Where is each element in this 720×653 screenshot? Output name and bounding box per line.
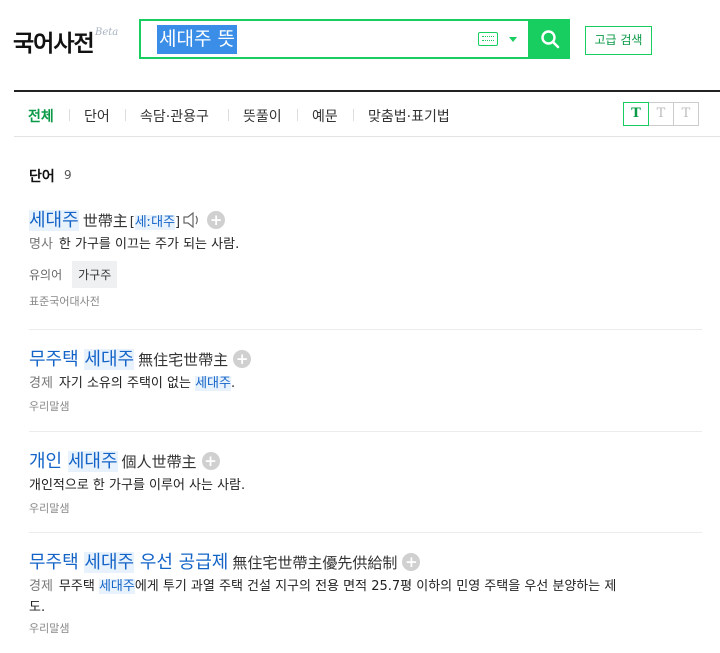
hanja: 無住宅世帶主優先供給制 [232, 554, 398, 572]
section-count: 9 [64, 168, 72, 182]
font-size-large-button[interactable]: T [673, 102, 699, 126]
tab-separator [353, 109, 354, 121]
search-query[interactable]: 세대주 뜻 [157, 25, 237, 54]
search-icon [541, 30, 560, 49]
hanja: 世帶主 [82, 212, 128, 230]
tab-all[interactable]: 전체 [28, 106, 54, 126]
pronunciation: [세ː대주] [129, 215, 181, 230]
beta-badge: Beta [95, 27, 119, 38]
headword-link[interactable]: 무주택 세대주 [29, 349, 135, 370]
entry-divider [29, 431, 702, 432]
search-input[interactable]: 세대주 뜻 [139, 19, 530, 59]
speaker-icon[interactable] [182, 211, 202, 233]
advanced-search-button[interactable]: 고급 검색 [585, 26, 652, 55]
font-size-small-button[interactable]: T [623, 102, 649, 126]
headword-link[interactable]: 개인 세대주 [29, 451, 118, 472]
list-item: 개인 세대주 個人世帶主 + 개인적으로 한 가구를 이루어 사는 사람. 우리말샘 [29, 447, 702, 516]
add-to-wordbook-icon[interactable]: + [402, 553, 421, 571]
header: 국어사전 Beta 세대주 뜻 고급 검색 [0, 0, 720, 92]
section-title: 단어 [29, 169, 55, 185]
source-label: 우리말샘 [29, 622, 70, 635]
search-button[interactable] [530, 19, 570, 59]
logo[interactable]: 국어사전 [13, 24, 95, 58]
entry-divider [29, 329, 702, 330]
definition: 명사 한 가구를 이끄는 주가 되는 사람. [29, 237, 240, 252]
source-label: 우리말샘 [29, 502, 70, 515]
list-item: 무주택 세대주 우선 공급제 無住宅世帶主優先供給制 + 경제 무주택 세대주에게 투… [29, 548, 702, 636]
synonym-link[interactable]: 가구주 [72, 261, 118, 288]
keyboard-icon[interactable] [478, 32, 498, 46]
tab-words[interactable]: 단어 [84, 106, 110, 126]
chevron-down-icon[interactable] [509, 37, 517, 42]
tab-idioms[interactable]: 속담·관용구 [140, 106, 209, 126]
synonym-label: 유의어 [29, 268, 63, 282]
definition: 경제 무주택 세대주에게 투기 과열 주택 건설 지구의 전용 면적 25.7평 … [29, 579, 617, 615]
tab-separator [297, 109, 298, 121]
add-to-wordbook-icon[interactable]: + [233, 350, 252, 368]
list-item: 무주택 세대주 無住宅世帶主 + 경제 자기 소유의 주택이 없는 세대주. 우리말샘 [29, 345, 702, 414]
tab-spelling[interactable]: 맞춤법·표기법 [368, 106, 450, 126]
list-item: 세대주 世帶主 [세ː대주] + 명사 한 가구를 이끄는 주가 되는 사람. 유의어 가… [29, 206, 702, 309]
add-to-wordbook-icon[interactable]: + [207, 211, 226, 229]
hanja: 無住宅世帶主 [138, 351, 229, 369]
headword-link[interactable]: 세대주 [29, 210, 79, 231]
definition: 경제 자기 소유의 주택이 없는 세대주. [29, 376, 236, 391]
synonym-row: 유의어 가구주 [29, 261, 702, 288]
tab-separator [125, 109, 126, 121]
entry-divider [29, 532, 702, 533]
tab-bar: 전체 단어 속담·관용구 뜻풀이 예문 맞춤법·표기법 T T T [14, 92, 720, 137]
tab-separator [228, 109, 229, 121]
tab-separator [69, 109, 70, 121]
source-label: 우리말샘 [29, 400, 70, 413]
definition: 개인적으로 한 가구를 이루어 사는 사람. [29, 478, 246, 493]
tab-examples[interactable]: 예문 [312, 106, 338, 126]
add-to-wordbook-icon[interactable]: + [201, 452, 220, 470]
headword-link[interactable]: 무주택 세대주 우선 공급제 [29, 552, 228, 573]
source-label: 표준국어대사전 [29, 295, 100, 308]
font-size-medium-button[interactable]: T [648, 102, 674, 126]
tab-definitions[interactable]: 뜻풀이 [243, 106, 282, 126]
hanja: 個人世帶主 [121, 453, 197, 471]
